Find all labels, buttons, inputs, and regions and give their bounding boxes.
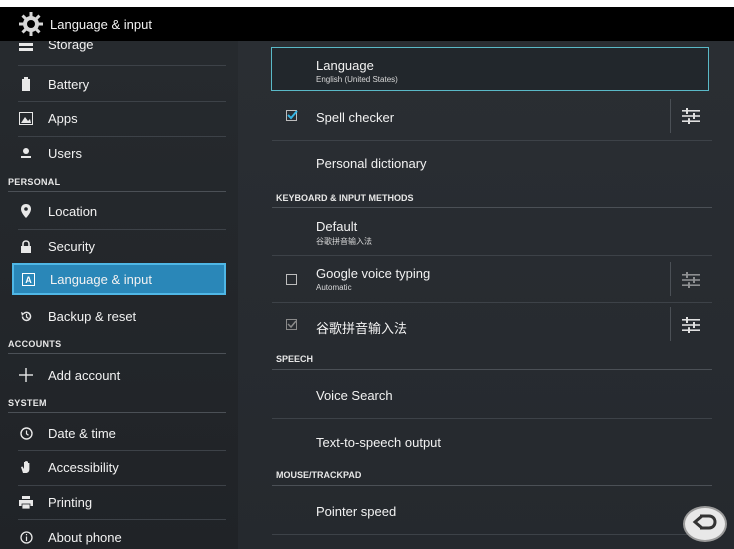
users-icon bbox=[18, 145, 34, 161]
sidebar-item-battery[interactable]: Battery bbox=[18, 73, 226, 95]
language-title: Language bbox=[316, 58, 374, 73]
spell-checker-title: Spell checker bbox=[316, 110, 395, 125]
language-item[interactable]: Language English (United States) bbox=[271, 47, 709, 91]
sidebar-item-label: Apps bbox=[48, 110, 78, 126]
section-header-line bbox=[272, 207, 712, 208]
pointer-speed-item[interactable]: Pointer speed bbox=[238, 487, 712, 531]
google-voice-subtitle: Automatic bbox=[316, 283, 352, 292]
plus-icon bbox=[18, 367, 34, 383]
sidebar-item-add-account[interactable]: Add account bbox=[18, 364, 226, 386]
sidebar-item-users[interactable]: Users bbox=[18, 142, 226, 164]
printer-icon bbox=[18, 494, 34, 510]
sidebar-item-label: Battery bbox=[48, 76, 90, 92]
pinyin-keyboard-item[interactable]: 谷歌拼音输入法 bbox=[238, 303, 712, 347]
gear-icon[interactable] bbox=[18, 11, 44, 37]
section-header-line bbox=[8, 412, 226, 413]
sidebar-item-label: Security bbox=[48, 238, 95, 254]
sidebar-item-label: Storage bbox=[48, 41, 94, 52]
storage-icon bbox=[18, 41, 34, 57]
google-voice-checkbox[interactable] bbox=[286, 274, 297, 285]
default-title: Default bbox=[316, 219, 358, 234]
language-subtitle: English (United States) bbox=[316, 75, 398, 84]
divider bbox=[18, 485, 226, 486]
section-header-line bbox=[272, 369, 712, 370]
sidebar-item-backup-reset[interactable]: Backup & reset bbox=[18, 305, 226, 327]
lock-icon bbox=[18, 238, 34, 254]
sidebar-item-about-phone[interactable]: About phone bbox=[18, 526, 226, 548]
vertical-divider bbox=[670, 307, 671, 341]
tts-title: Text-to-speech output bbox=[316, 435, 442, 450]
sidebar-item-date-time[interactable]: Date & time bbox=[18, 422, 226, 444]
settings-detail-pane[interactable]: Language English (United States) Spell c… bbox=[238, 41, 734, 549]
sidebar-item-label: Language & input bbox=[50, 271, 152, 287]
clock-icon bbox=[18, 425, 34, 441]
page-title: Language & input bbox=[50, 16, 152, 32]
location-icon bbox=[18, 203, 34, 219]
google-voice-title: Google voice typing bbox=[316, 266, 431, 281]
section-header-speech: SPEECH bbox=[276, 354, 314, 364]
settings-sliders-icon[interactable] bbox=[682, 108, 700, 124]
back-arrow-icon bbox=[692, 512, 718, 537]
battery-icon bbox=[18, 76, 34, 92]
divider bbox=[18, 136, 226, 137]
divider bbox=[18, 229, 226, 230]
divider bbox=[18, 65, 226, 66]
spell-checker-checkbox[interactable] bbox=[286, 110, 298, 121]
settings-sliders-icon[interactable] bbox=[682, 272, 700, 288]
text-to-speech-item[interactable]: Text-to-speech output bbox=[238, 419, 712, 463]
svg-text:A: A bbox=[25, 275, 32, 285]
apps-icon bbox=[18, 110, 34, 126]
backup-icon bbox=[18, 308, 34, 324]
divider bbox=[18, 519, 226, 520]
sidebar-item-label: Users bbox=[48, 145, 82, 161]
sidebar-item-language-input[interactable]: A Language & input bbox=[12, 263, 226, 295]
sidebar-item-storage[interactable]: Storage bbox=[18, 41, 226, 57]
google-voice-typing-item[interactable]: Google voice typing Automatic bbox=[238, 256, 712, 302]
info-icon bbox=[18, 529, 34, 545]
sidebar-item-label: Backup & reset bbox=[48, 308, 137, 324]
sidebar-item-label: Printing bbox=[48, 494, 93, 510]
sidebar-item-apps[interactable]: Apps bbox=[18, 107, 226, 129]
settings-sidebar[interactable]: Storage Battery Apps Users PERSONAL Loca… bbox=[0, 41, 238, 549]
section-header-line bbox=[8, 191, 226, 192]
pointer-speed-title: Pointer speed bbox=[316, 504, 397, 519]
section-header-personal: PERSONAL bbox=[8, 177, 61, 187]
personal-dictionary-title: Personal dictionary bbox=[316, 156, 427, 171]
hand-icon bbox=[18, 459, 34, 475]
section-header-line bbox=[272, 485, 712, 486]
back-button[interactable] bbox=[683, 506, 727, 542]
sidebar-item-label: Add account bbox=[48, 367, 121, 383]
sidebar-item-security[interactable]: Security bbox=[18, 235, 226, 257]
section-header-mouse: MOUSE/TRACKPAD bbox=[276, 470, 362, 480]
sidebar-item-label: Accessibility bbox=[48, 459, 119, 475]
voice-search-title: Voice Search bbox=[316, 388, 393, 403]
settings-sliders-icon[interactable] bbox=[682, 317, 700, 333]
spell-checker-item[interactable]: Spell checker bbox=[238, 93, 712, 139]
top-strip bbox=[0, 0, 734, 7]
language-icon: A bbox=[20, 271, 36, 287]
section-header-accounts: ACCOUNTS bbox=[8, 339, 62, 349]
sidebar-item-accessibility[interactable]: Accessibility bbox=[18, 456, 226, 478]
sidebar-item-label: Date & time bbox=[48, 425, 116, 441]
personal-dictionary-item[interactable]: Personal dictionary bbox=[238, 141, 712, 185]
vertical-divider bbox=[670, 262, 671, 296]
sidebar-item-label: Location bbox=[48, 203, 98, 219]
default-subtitle: 谷歌拼音输入法 bbox=[316, 237, 372, 246]
voice-search-item[interactable]: Voice Search bbox=[238, 371, 712, 417]
section-header-line bbox=[8, 353, 226, 354]
sidebar-item-label: About phone bbox=[48, 529, 122, 545]
section-header-system: SYSTEM bbox=[8, 398, 47, 408]
divider bbox=[18, 101, 226, 102]
pinyin-checkbox[interactable] bbox=[286, 319, 297, 330]
pinyin-title: 谷歌拼音输入法 bbox=[316, 321, 408, 336]
divider bbox=[272, 534, 712, 535]
divider bbox=[18, 450, 226, 451]
sidebar-item-printing[interactable]: Printing bbox=[18, 491, 226, 513]
default-keyboard-item[interactable]: Default 谷歌拼音输入法 bbox=[238, 209, 712, 253]
action-bar: Language & input bbox=[0, 7, 734, 41]
sidebar-item-location[interactable]: Location bbox=[18, 200, 226, 222]
vertical-divider bbox=[670, 99, 671, 133]
section-header-keyboard: KEYBOARD & INPUT METHODS bbox=[276, 193, 414, 203]
